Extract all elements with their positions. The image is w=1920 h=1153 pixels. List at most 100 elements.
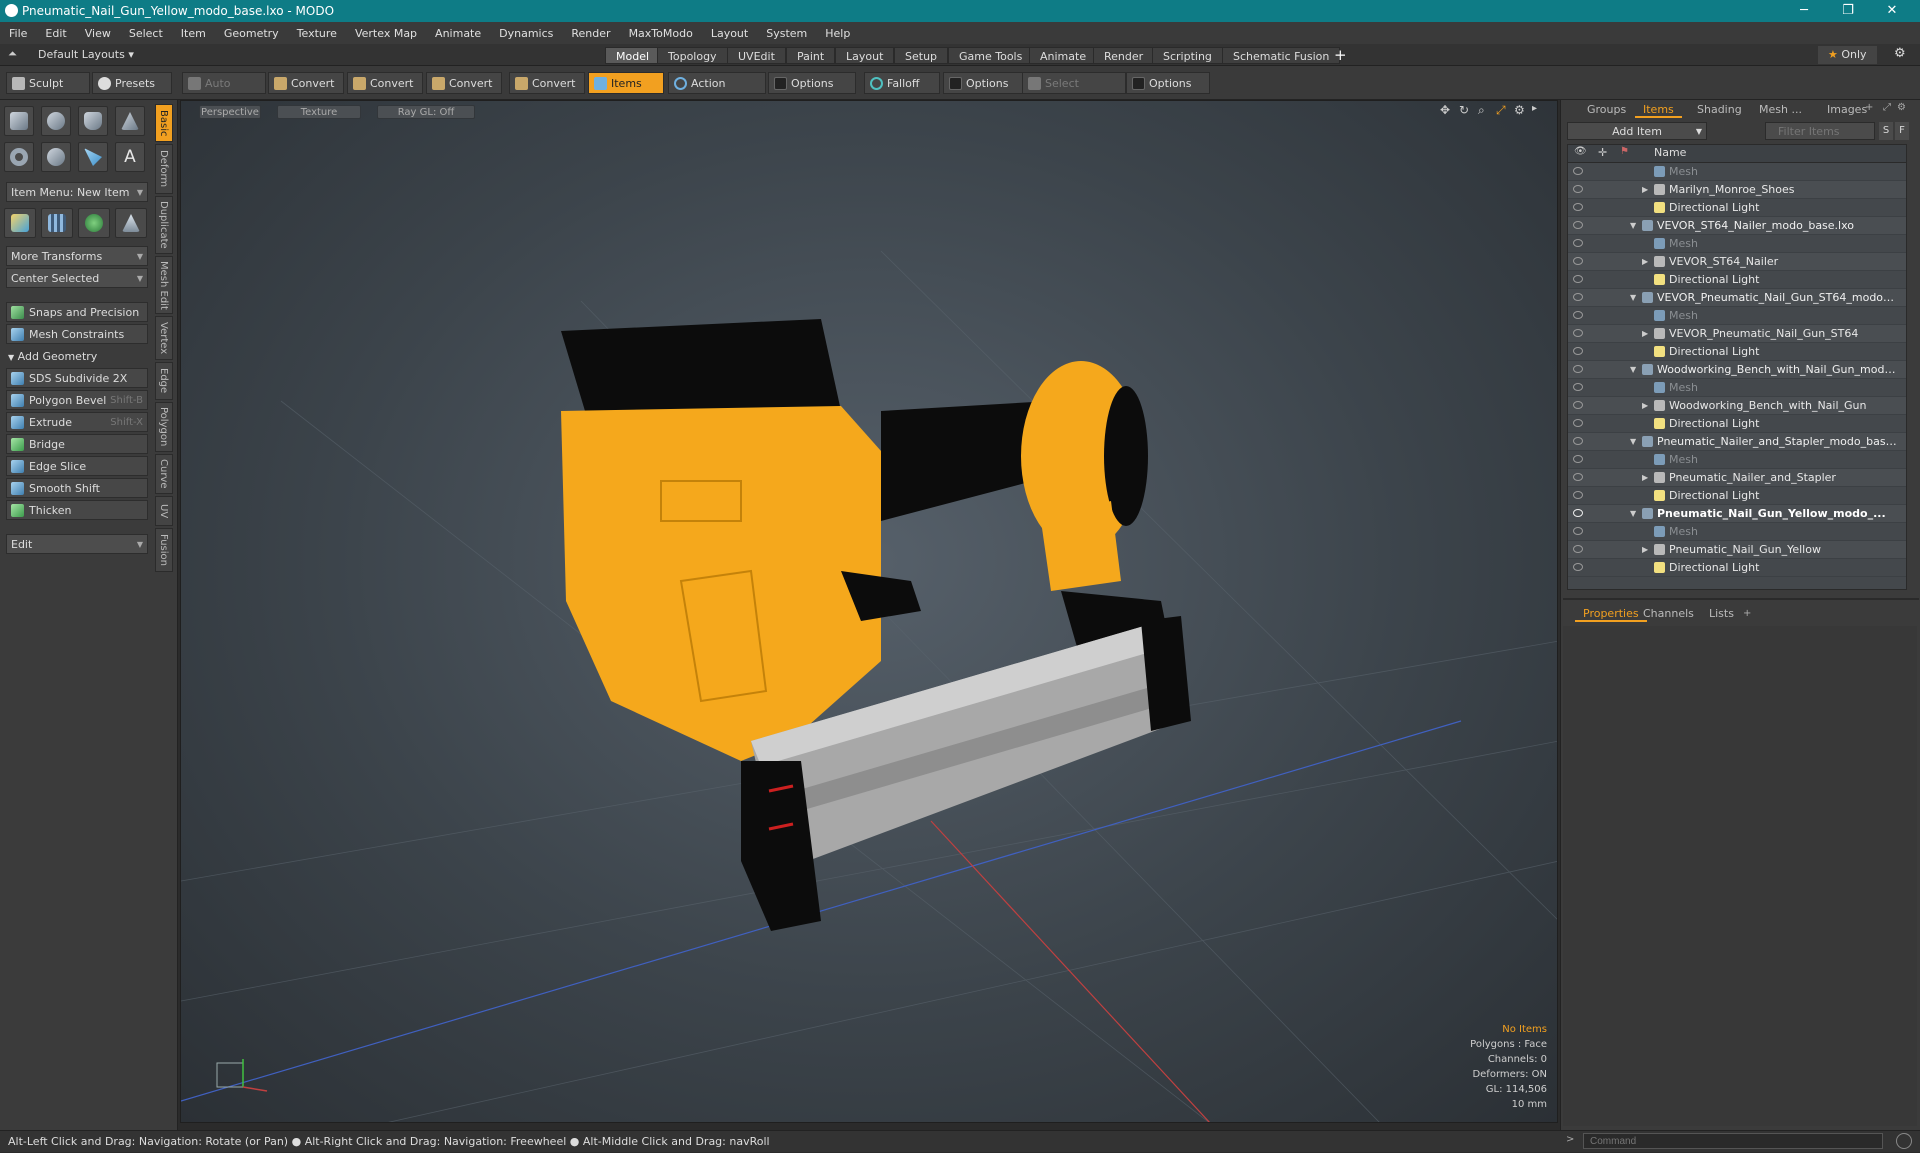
convert-button-4[interactable]: Convert [509, 72, 585, 94]
command-expand-icon[interactable]: > [1566, 1134, 1574, 1145]
sidetab-duplicate[interactable]: Duplicate [155, 196, 173, 254]
visibility-eye-icon[interactable] [1573, 509, 1583, 517]
auto-select-button[interactable]: Auto Select [182, 72, 266, 112]
extrude-button[interactable]: Extrude Shift-X [6, 412, 148, 432]
grid-tool-button[interactable] [41, 208, 73, 238]
list-item[interactable]: ▶ VEVOR_ST64_Nailer [1568, 253, 1906, 271]
list-item[interactable]: ▼ Woodworking_Bench_with_Nail_Gun_modo... [1568, 361, 1906, 379]
options-button-3[interactable]: Options [1126, 72, 1210, 94]
tab-render[interactable]: Render [1093, 47, 1155, 64]
list-item[interactable]: ▼ VEVOR_ST64_Nailer_modo_base.lxo [1568, 217, 1906, 235]
cone-primitive-button[interactable] [115, 106, 145, 136]
list-item[interactable]: Mesh [1568, 235, 1906, 253]
panel-divider[interactable] [1563, 598, 1919, 600]
options-button-2[interactable]: Options [943, 72, 1023, 94]
polygon-bevel-button[interactable]: Polygon Bevel Shift-B [6, 390, 148, 410]
tab-mesh[interactable]: Mesh ... [1751, 102, 1810, 118]
visibility-eye-icon[interactable] [1573, 203, 1583, 211]
menu-system[interactable]: System [757, 27, 816, 40]
visibility-eye-icon[interactable] [1573, 527, 1583, 535]
expand-right-icon[interactable]: ▶ [1642, 469, 1648, 487]
pen-tool-button[interactable] [78, 142, 108, 172]
expand-icon[interactable]: ⤢ [1883, 102, 1891, 113]
sidetab-polygon[interactable]: Polygon [155, 402, 173, 452]
sidetab-uv[interactable]: UV [155, 496, 173, 526]
list-item[interactable]: Mesh [1568, 163, 1906, 181]
visibility-eye-icon[interactable] [1573, 293, 1583, 301]
menu-layout[interactable]: Layout [702, 27, 757, 40]
list-item[interactable]: ▶ Pneumatic_Nailer_and_Stapler [1568, 469, 1906, 487]
visibility-eye-icon[interactable] [1573, 401, 1583, 409]
list-item[interactable]: ▶ Woodworking_Bench_with_Nail_Gun [1568, 397, 1906, 415]
transform-tool-button[interactable] [4, 208, 36, 238]
command-input[interactable] [1583, 1133, 1883, 1149]
name-column-header[interactable]: Name [1654, 146, 1686, 159]
visibility-eye-icon[interactable] [1573, 473, 1583, 481]
menu-dynamics[interactable]: Dynamics [490, 27, 562, 40]
list-item[interactable]: ▼ Pneumatic_Nail_Gun_Yellow_modo_... [1568, 505, 1906, 523]
f-filter-button[interactable]: F [1895, 122, 1909, 140]
expand-down-icon[interactable]: ▼ [1630, 217, 1636, 235]
tab-animate[interactable]: Animate [1029, 47, 1098, 64]
expand-right-icon[interactable]: ▶ [1642, 397, 1648, 415]
tab-groups[interactable]: Groups [1579, 102, 1634, 118]
list-item[interactable]: Directional Light [1568, 559, 1906, 577]
s-filter-button[interactable]: S [1879, 122, 1893, 140]
torus-primitive-button[interactable] [4, 142, 34, 172]
tab-shading[interactable]: Shading [1689, 102, 1750, 118]
menu-item[interactable]: Item [172, 27, 215, 40]
close-button[interactable]: ✕ [1872, 0, 1912, 22]
list-item[interactable]: Mesh [1568, 523, 1906, 541]
minimize-button[interactable]: ─ [1784, 0, 1824, 22]
tab-topology[interactable]: Topology [657, 47, 728, 64]
edge-slice-button[interactable]: Edge Slice [6, 456, 148, 476]
menu-render[interactable]: Render [562, 27, 619, 40]
expand-down-icon[interactable]: ▼ [1630, 289, 1636, 307]
visibility-eye-icon[interactable] [1573, 239, 1583, 247]
list-item[interactable]: ▼ VEVOR_Pneumatic_Nail_Gun_ST64_modo_... [1568, 289, 1906, 307]
list-item[interactable]: Mesh [1568, 307, 1906, 325]
expand-down-icon[interactable]: ▼ [1630, 505, 1636, 523]
items-mode-button[interactable]: Items [588, 72, 664, 94]
expand-right-icon[interactable]: ▶ [1642, 541, 1648, 559]
sidetab-vertex[interactable]: Vertex [155, 316, 173, 360]
menu-vertex-map[interactable]: Vertex Map [346, 27, 426, 40]
layout-toggle-icon[interactable]: ⏶ [8, 47, 17, 61]
expand-down-icon[interactable]: ▼ [1630, 433, 1636, 451]
visibility-eye-icon[interactable] [1573, 491, 1583, 499]
tab-layout[interactable]: Layout [835, 47, 895, 64]
list-item[interactable]: Directional Light [1568, 415, 1906, 433]
tab-model[interactable]: Model [605, 47, 661, 64]
thicken-button[interactable]: Thicken [6, 500, 148, 520]
tab-paint[interactable]: Paint [786, 47, 836, 64]
sidetab-deform[interactable]: Deform [155, 144, 173, 194]
tab-channels[interactable]: Channels [1635, 606, 1702, 622]
presets-button[interactable]: Presets F6 [92, 72, 172, 112]
cylinder-primitive-button[interactable] [78, 106, 108, 136]
add-item-dropdown[interactable]: Add Item ▼ [1567, 122, 1707, 140]
sds-subdivide-button[interactable]: SDS Subdivide 2X [6, 368, 148, 388]
visibility-eye-icon[interactable] [1573, 437, 1583, 445]
capsule-primitive-button[interactable] [41, 142, 71, 172]
convert-button-1[interactable]: Convert [268, 72, 344, 94]
more-transforms-dropdown[interactable]: More Transforms [6, 246, 148, 267]
visibility-eye-icon[interactable] [1573, 275, 1583, 283]
menu-geometry[interactable]: Geometry [215, 27, 288, 40]
list-item[interactable]: ▶ Marilyn_Monroe_Shoes [1568, 181, 1906, 199]
expand-down-icon[interactable]: ▼ [1630, 361, 1636, 379]
sidetab-fusion[interactable]: Fusion [155, 528, 173, 572]
sphere-primitive-button[interactable] [41, 106, 71, 136]
add-lower-tab-icon[interactable]: + [1743, 608, 1751, 619]
sidetab-basic[interactable]: Basic [155, 104, 173, 142]
3d-viewport[interactable]: Perspective Texture Ray GL: Off ✥ ↻ ⌕ ⤢ … [180, 100, 1558, 1123]
list-item[interactable]: Directional Light [1568, 199, 1906, 217]
visibility-eye-icon[interactable] [1573, 347, 1583, 355]
record-macro-icon[interactable] [1896, 1133, 1912, 1149]
tab-scripting[interactable]: Scripting [1152, 47, 1223, 64]
visibility-eye-icon[interactable] [1573, 383, 1583, 391]
visibility-eye-icon[interactable] [1573, 167, 1583, 175]
convert-button-2[interactable]: Convert [347, 72, 423, 94]
scale-tool-button[interactable] [115, 208, 147, 238]
sculpt-button[interactable]: Sculpt [6, 72, 90, 94]
tab-schematic-fusion[interactable]: Schematic Fusion [1222, 47, 1341, 64]
